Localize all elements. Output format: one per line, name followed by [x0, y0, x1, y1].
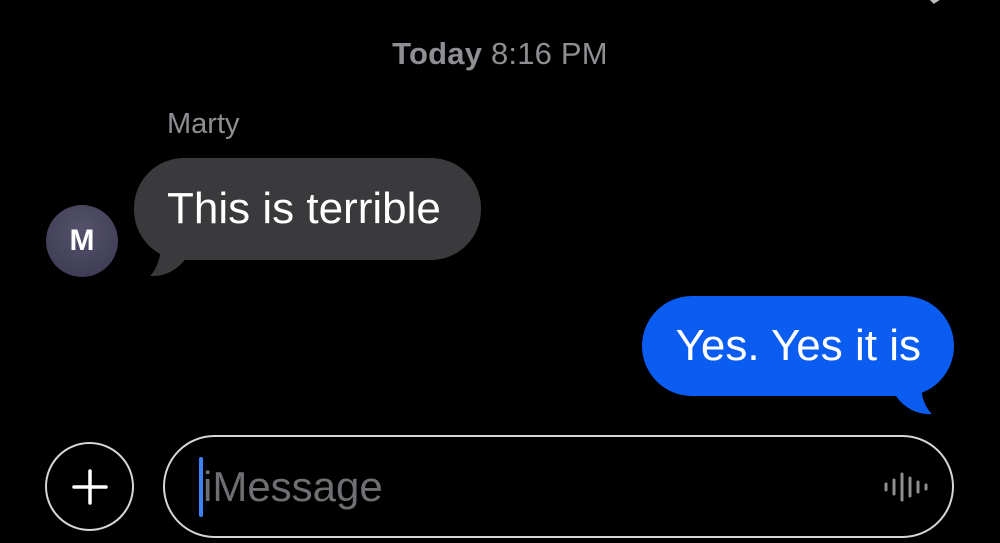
add-attachment-button[interactable] — [45, 442, 134, 531]
plus-icon — [71, 468, 108, 505]
message-input[interactable] — [165, 437, 952, 536]
waveform-icon[interactable] — [882, 469, 930, 505]
partial-chevron-icon — [929, 0, 940, 4]
text-caret — [199, 457, 203, 517]
sender-name: Marty — [167, 108, 240, 140]
timestamp-day: Today — [392, 36, 483, 71]
message-composer — [163, 435, 954, 538]
avatar-initial: M — [69, 224, 95, 257]
outgoing-message-text: Yes. Yes it is — [675, 321, 921, 370]
incoming-message-bubble[interactable]: This is terrible — [134, 158, 481, 260]
messages-screen: { "conversation": { "timestamp": { "day"… — [0, 0, 1000, 543]
timestamp-time: 8:16 PM — [490, 36, 608, 71]
message-timestamp: Today 8:16 PM — [0, 36, 1000, 72]
incoming-message-text: This is terrible — [167, 184, 441, 233]
avatar[interactable]: M — [46, 205, 118, 277]
outgoing-message-bubble[interactable]: Yes. Yes it is — [641, 296, 954, 396]
